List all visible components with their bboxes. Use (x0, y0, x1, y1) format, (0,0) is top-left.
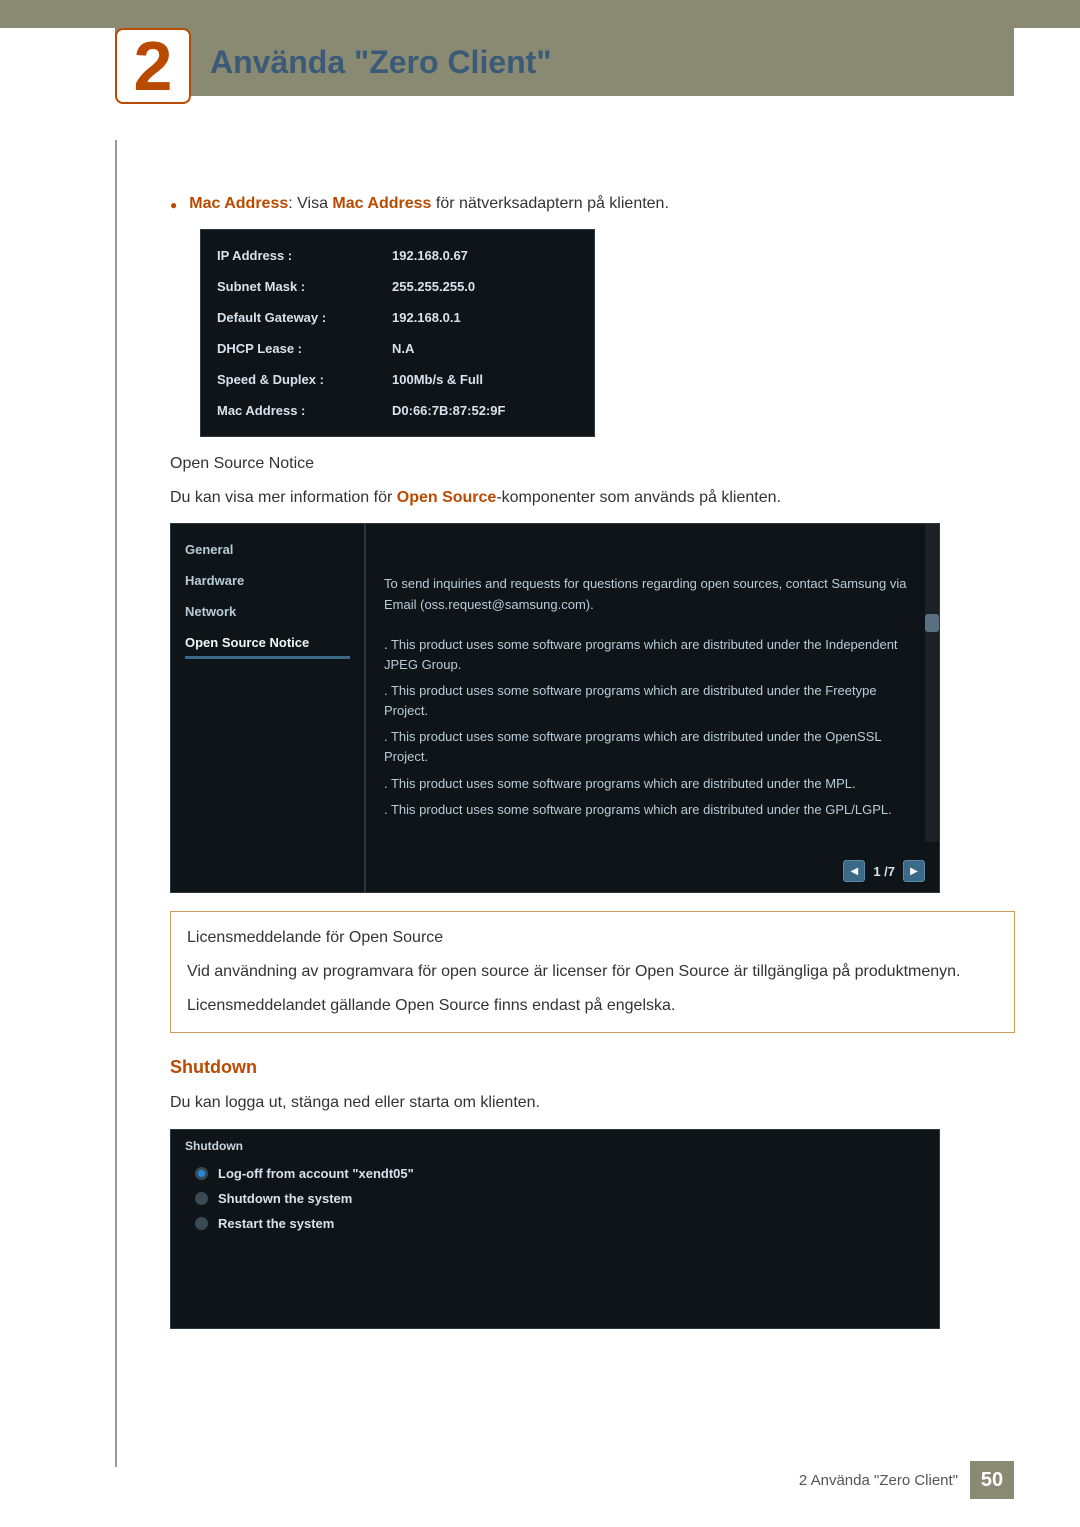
scrollbar[interactable] (925, 524, 939, 842)
page-number-badge: 50 (970, 1461, 1014, 1499)
license-note-box: Licensmeddelande för Open Source Vid anv… (170, 911, 1015, 1033)
left-rule (115, 140, 117, 1467)
bullet-em: Mac Address (332, 195, 431, 212)
osn-sidebar-item[interactable]: Open Source Notice (185, 627, 350, 659)
shutdown-heading: Shutdown (170, 1057, 1015, 1078)
osn-main: To send inquiries and requests for quest… (366, 524, 939, 892)
footer: 2 Använda "Zero Client" 50 (799, 1461, 1014, 1499)
osn-sidebar-item[interactable]: General (185, 534, 350, 565)
osn-paragraph: . This product uses some software progra… (384, 774, 911, 794)
top-bar (0, 0, 1080, 28)
network-label: Mac Address : (217, 403, 392, 418)
pager: ◀ 1 /7 ▶ (843, 860, 925, 882)
network-label: Subnet Mask : (217, 279, 392, 294)
osn-paragraph: . This product uses some software progra… (384, 635, 911, 675)
network-label: IP Address : (217, 248, 392, 263)
network-value: 255.255.255.0 (392, 279, 475, 294)
network-value: 192.168.0.67 (392, 248, 468, 263)
network-row: Speed & Duplex :100Mb/s & Full (217, 364, 578, 395)
osn-paragraph: . This product uses some software progra… (384, 681, 911, 721)
chapter-number: 2 (134, 31, 173, 101)
note-line-3: Licensmeddelandet gällande Open Source f… (187, 994, 998, 1018)
note-line-2: Vid användning av programvara för open s… (187, 960, 998, 984)
network-row: Subnet Mask :255.255.255.0 (217, 271, 578, 302)
shutdown-option[interactable]: Restart the system (181, 1211, 929, 1236)
shutdown-option[interactable]: Log-off from account "xendt05" (181, 1161, 929, 1186)
shutdown-lead: Du kan logga ut, stänga ned eller starta… (170, 1092, 1015, 1114)
chapter-title: Använda "Zero Client" (210, 44, 552, 81)
pager-label: 1 /7 (873, 864, 895, 879)
open-source-lead: Du kan visa mer information för Open Sou… (170, 487, 1015, 509)
radio-icon[interactable] (195, 1217, 208, 1230)
network-value: 192.168.0.1 (392, 310, 461, 325)
shutdown-panel-title: Shutdown (181, 1136, 929, 1161)
footer-text: 2 Använda "Zero Client" (799, 1472, 958, 1489)
osn-sidebar-item[interactable]: Network (185, 596, 350, 627)
shutdown-option-label: Shutdown the system (218, 1191, 352, 1206)
shutdown-option-label: Restart the system (218, 1216, 334, 1231)
network-row: IP Address :192.168.0.67 (217, 240, 578, 271)
bullet-strong: Mac Address (189, 195, 288, 212)
scrollbar-thumb[interactable] (925, 614, 939, 632)
shutdown-panel: Shutdown Log-off from account "xendt05" S… (170, 1129, 940, 1329)
osn-paragraph: . This product uses some software progra… (384, 727, 911, 767)
radio-icon[interactable] (195, 1167, 208, 1180)
network-value: D0:66:7B:87:52:9F (392, 403, 505, 418)
note-line-1: Licensmeddelande för Open Source (187, 926, 998, 950)
shutdown-option[interactable]: Shutdown the system (181, 1186, 929, 1211)
network-label: DHCP Lease : (217, 341, 392, 356)
network-row: Default Gateway :192.168.0.1 (217, 302, 578, 333)
network-info-panel: IP Address :192.168.0.67Subnet Mask :255… (200, 229, 595, 437)
network-row: DHCP Lease :N.A (217, 333, 578, 364)
bullet-text: Mac Address: Visa Mac Address för nätver… (189, 195, 669, 213)
osn-sidebar-item[interactable]: Hardware (185, 565, 350, 596)
bullet-mac-address: ● Mac Address: Visa Mac Address för nätv… (170, 195, 1015, 215)
osn-sidebar: GeneralHardwareNetworkOpen Source Notice (171, 524, 366, 892)
network-row: Mac Address :D0:66:7B:87:52:9F (217, 395, 578, 426)
pager-prev-button[interactable]: ◀ (843, 860, 865, 882)
open-source-panel: GeneralHardwareNetworkOpen Source Notice… (170, 523, 940, 893)
content: ● Mac Address: Visa Mac Address för nätv… (170, 195, 1015, 1329)
page: 2 Använda "Zero Client" ● Mac Address: V… (0, 0, 1080, 1527)
osn-text: To send inquiries and requests for quest… (366, 524, 939, 835)
network-value: N.A (392, 341, 414, 356)
osn-paragraph: To send inquiries and requests for quest… (384, 574, 911, 614)
network-label: Speed & Duplex : (217, 372, 392, 387)
osn-paragraph: . This product uses some software progra… (384, 800, 911, 820)
bullet-dot-icon: ● (170, 195, 177, 215)
network-label: Default Gateway : (217, 310, 392, 325)
pager-next-button[interactable]: ▶ (903, 860, 925, 882)
network-value: 100Mb/s & Full (392, 372, 483, 387)
shutdown-option-label: Log-off from account "xendt05" (218, 1166, 414, 1181)
chapter-badge: 2 (115, 28, 191, 104)
radio-icon[interactable] (195, 1192, 208, 1205)
open-source-heading: Open Source Notice (170, 455, 1015, 473)
